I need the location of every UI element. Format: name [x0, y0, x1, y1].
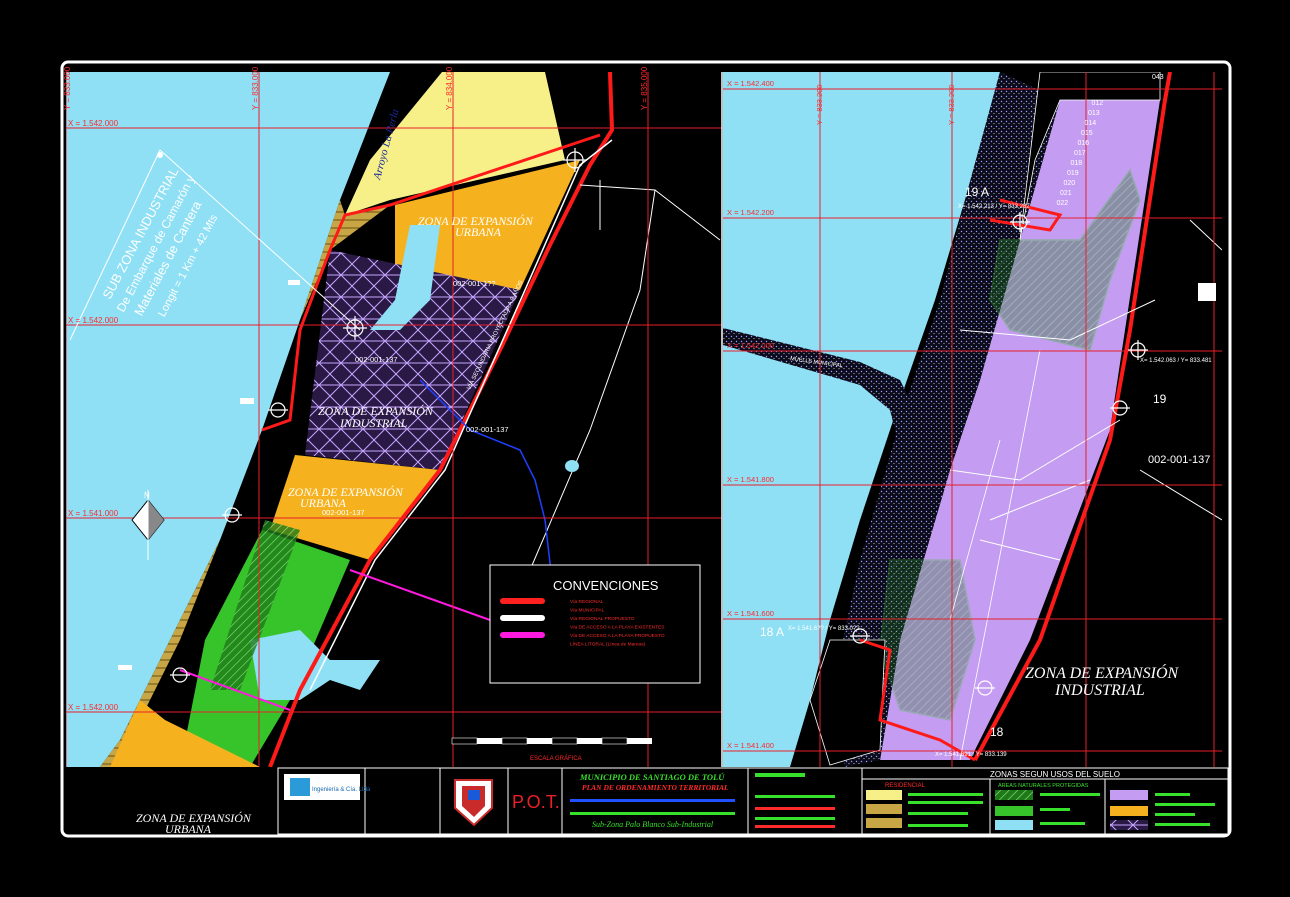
- coord-x-4: X = 1.542.000: [68, 703, 119, 712]
- parcel-number: 014: [1085, 120, 1097, 127]
- r-coord-x-3: X = 1.542.000: [727, 341, 774, 350]
- r-coord-x-4: X = 1.541.800: [727, 475, 774, 484]
- coord-y-4: Y = 835.000: [640, 66, 649, 110]
- coord-y-3: Y = 834.000: [445, 66, 454, 110]
- scale-label: ESCALA GRÁFICA: [530, 755, 582, 762]
- legend-item-label: Vía MUNICIPAL: [570, 608, 605, 614]
- small-pond: [565, 460, 579, 472]
- point-18a: 18 A: [760, 625, 784, 639]
- uses-col-protected: ÁREAS NATURALES PROTEGIDAS: [998, 782, 1089, 789]
- right-map: [723, 72, 1222, 767]
- r-coord-x-5: X = 1.541.600: [727, 609, 774, 618]
- parcel-number: 013: [1088, 110, 1100, 117]
- point-18-coord: X= 1.541.391 / Y= 833.139: [935, 752, 1007, 758]
- r-coord-y-2: Y = 833.200: [947, 84, 956, 125]
- uses-title: ZONAS SEGUN USOS DEL SUELO: [990, 770, 1120, 779]
- urban-bottom-label-2: URBANA: [165, 822, 212, 836]
- uses-col-residential: RESIDENCIAL: [885, 783, 926, 789]
- legend-swatch: [500, 598, 545, 604]
- r-coord-x-2: X = 1.542.200: [727, 208, 774, 217]
- scale-bar: ESCALA GRÁFICA: [451, 737, 652, 762]
- title-block: Ingeniería & Cía. Ltda P.O.T. MUNICIPIO …: [277, 767, 1229, 835]
- legend-swatch: [500, 615, 545, 621]
- parcel-number: 018: [1071, 160, 1083, 167]
- urban-top-label-2: URBANA: [455, 225, 502, 239]
- parcel-number: 022: [1057, 200, 1069, 207]
- coord-x-3: X = 1.541.000: [68, 509, 119, 518]
- property-lines: [529, 180, 721, 571]
- parcel-number: 043: [1152, 74, 1164, 81]
- r-coord-x-6: X = 1.541.400: [727, 741, 774, 750]
- parcel-label-2: 002-001-137: [355, 355, 398, 364]
- municipality-title: MUNICIPIO DE SANTIAGO DE TOLÚ: [579, 772, 725, 782]
- parcel-label-4: 002-001-137: [322, 508, 365, 517]
- parcel-number: 019: [1067, 170, 1079, 177]
- r-coord-y-1: Y = 833.200: [815, 84, 824, 125]
- right-zone-label-1: ZONA DE EXPANSIÓN: [1025, 663, 1180, 682]
- legend-item-label: Vía REGIONAL: [570, 599, 604, 605]
- pot-label: P.O.T.: [512, 792, 560, 812]
- plan-subtitle: Sub-Zona Palo Blanco Sub-Industrial: [592, 820, 714, 829]
- legend-item-label: Vía DE ACCESO A LA PLAYA EXISTENTES: [570, 625, 664, 631]
- parcel-number: 015: [1081, 130, 1093, 137]
- point-19a: 19 A: [965, 185, 989, 199]
- cad-drawing: X = 1.542.000 X = 1.542.000 X = 1.541.00…: [60, 60, 1232, 838]
- coord-y-2: Y = 833.000: [251, 66, 260, 110]
- legend-box: CONVENCIONES: [489, 564, 701, 684]
- parcel-label-3: 002-001-137: [466, 425, 509, 434]
- point-19-coord: X= 1.542.063 / Y= 833.481: [1140, 358, 1212, 364]
- parcel-number: 012: [1092, 100, 1104, 107]
- parcel-number: 020: [1064, 180, 1076, 187]
- parcel-number: 021: [1060, 190, 1072, 197]
- legend-title: CONVENCIONES: [553, 578, 659, 593]
- parcel-label-1: 002-001-1??: [453, 279, 496, 288]
- legend-item-label: Vía DE ACCESO A LA PLAYA PROPUESTO: [570, 633, 665, 639]
- coord-x-1: X = 1.542.000: [68, 119, 119, 128]
- legend-swatch: [500, 632, 545, 638]
- point-18: 18: [990, 725, 1004, 739]
- legend-item-label: LÍNEA LITORAL (Línea de Mareas): [570, 641, 646, 648]
- coord-x-2: X = 1.542.000: [68, 316, 119, 325]
- point-19: 19: [1153, 392, 1167, 406]
- legend-item-label: Vía REGIONAL PROPUESTO: [570, 616, 635, 622]
- right-zone-label-2: INDUSTRIAL: [1054, 682, 1145, 699]
- right-parcel-label: 002-001-137: [1148, 454, 1210, 466]
- parcel-number: 016: [1078, 140, 1090, 147]
- company-logo-text: Ingeniería & Cía. Ltda: [312, 787, 371, 793]
- north-label: N: [144, 491, 150, 500]
- coord-y-1: Y = 833.000: [63, 66, 72, 110]
- r-coord-x-1: X = 1.542.400: [727, 79, 774, 88]
- plan-title: PLAN DE ORDENAMIENTO TERRITORIAL: [582, 783, 729, 792]
- point-19a-coord: X= 1.542.213 / Y= 833.282: [958, 204, 1030, 210]
- point-18a-coord: X= 1.541.6?? / Y= 833.0??: [788, 626, 860, 632]
- industrial-label-2: INDUSTRIAL: [339, 416, 408, 430]
- parcel-number: 017: [1074, 150, 1086, 157]
